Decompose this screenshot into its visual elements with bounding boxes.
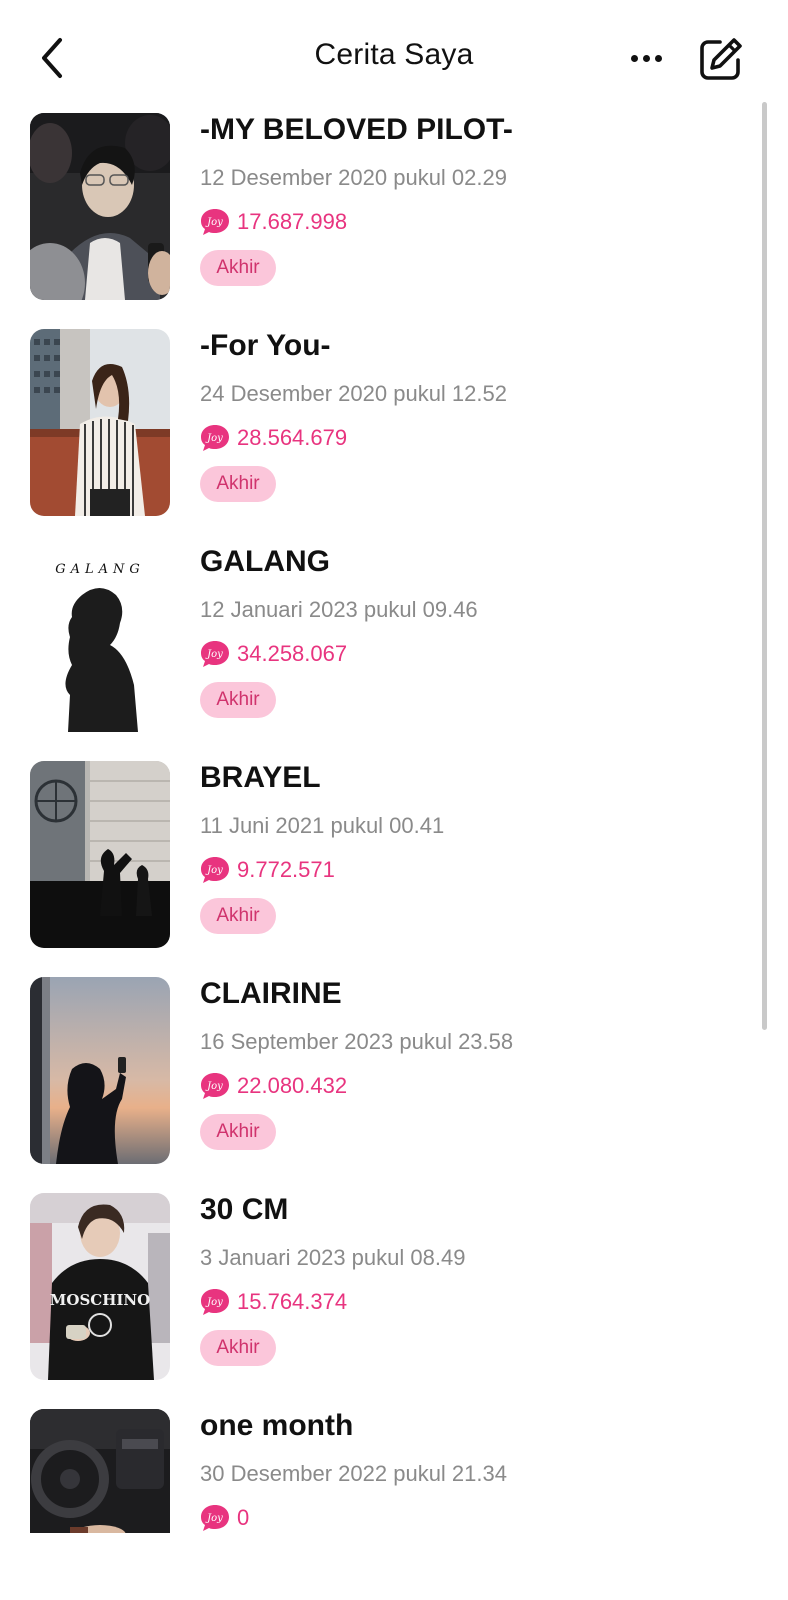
story-item[interactable]: CLAIRINE 16 September 2023 pukul 23.58 J… xyxy=(0,977,760,1193)
page-title: Cerita Saya xyxy=(314,38,474,71)
story-item[interactable]: BRAYEL 11 Juni 2021 pukul 00.41 Joy 9.77… xyxy=(0,761,760,977)
svg-text:MOSCHINO: MOSCHINO xyxy=(50,1291,150,1309)
story-cover-image[interactable] xyxy=(30,761,170,948)
story-date: 11 Juni 2021 pukul 00.41 xyxy=(200,813,445,838)
joy-icon: Joy xyxy=(201,857,229,883)
ellipsis-icon xyxy=(628,54,664,62)
read-count-value: 15.764.374 xyxy=(237,1289,348,1314)
read-count: Joy 0 xyxy=(200,1503,249,1533)
story-cover-image[interactable]: GALANG xyxy=(30,545,170,732)
status-badge: Akhir xyxy=(200,1114,276,1150)
story-cover-image[interactable] xyxy=(30,1409,170,1533)
svg-text:Joy: Joy xyxy=(205,433,223,444)
svg-text:Joy: Joy xyxy=(205,1081,223,1092)
status-badge: Akhir xyxy=(200,1330,276,1366)
story-title[interactable]: one month xyxy=(200,1409,353,1443)
status-badge: Akhir xyxy=(200,682,276,718)
app-screen: Cerita Saya -MY BELOVED PILOT- 12 Desemb… xyxy=(0,0,788,1600)
svg-text:Joy: Joy xyxy=(205,217,223,228)
story-title[interactable]: BRAYEL xyxy=(200,761,321,795)
read-count-value: 34.258.067 xyxy=(237,641,348,666)
story-date: 16 September 2023 pukul 23.58 xyxy=(200,1029,514,1054)
story-date: 12 Januari 2023 pukul 09.46 xyxy=(200,597,478,622)
header-bar: Cerita Saya xyxy=(0,0,788,110)
read-count: Joy 17.687.998 xyxy=(200,207,347,237)
read-count: Joy 15.764.374 xyxy=(200,1287,347,1317)
read-count-value: 17.687.998 xyxy=(237,209,348,234)
story-item[interactable]: GALANG GALANG 12 Januari 2023 pukul 09.4… xyxy=(0,545,760,761)
scrollbar[interactable] xyxy=(762,102,767,1030)
svg-text:Joy: Joy xyxy=(205,1297,223,1308)
joy-icon: Joy xyxy=(201,1289,229,1315)
read-count: Joy 9.772.571 xyxy=(200,855,335,885)
status-badge: Akhir xyxy=(200,466,276,502)
story-title[interactable]: 30 CM xyxy=(200,1193,288,1227)
story-cover-image[interactable]: MOSCHINO xyxy=(30,1193,170,1380)
story-item[interactable]: -MY BELOVED PILOT- 12 Desember 2020 puku… xyxy=(0,113,760,329)
read-count-value: 28.564.679 xyxy=(237,425,348,450)
story-cover-image[interactable] xyxy=(30,329,170,516)
svg-text:Joy: Joy xyxy=(205,865,223,876)
svg-text:Joy: Joy xyxy=(205,1513,223,1524)
status-badge: Akhir xyxy=(200,250,276,286)
story-date: 30 Desember 2022 pukul 21.34 xyxy=(200,1461,507,1486)
more-options-button[interactable] xyxy=(624,38,668,78)
edit-icon xyxy=(700,38,742,80)
story-cover-image[interactable] xyxy=(30,977,170,1164)
svg-text:GALANG: GALANG xyxy=(55,562,145,577)
story-date: 3 Januari 2023 pukul 08.49 xyxy=(200,1245,466,1270)
svg-text:Joy: Joy xyxy=(205,649,223,660)
story-list: -MY BELOVED PILOT- 12 Desember 2020 puku… xyxy=(0,113,760,1533)
joy-icon: Joy xyxy=(201,1073,229,1099)
story-title[interactable]: -MY BELOVED PILOT- xyxy=(200,113,513,147)
story-item[interactable]: MOSCHINO 30 CM 3 Januari 2023 pukul 08.4… xyxy=(0,1193,760,1409)
joy-icon: Joy xyxy=(201,641,229,667)
story-date: 12 Desember 2020 pukul 02.29 xyxy=(200,165,507,190)
read-count-value: 9.772.571 xyxy=(237,857,335,882)
story-title[interactable]: GALANG xyxy=(200,545,330,579)
read-count: Joy 22.080.432 xyxy=(200,1071,347,1101)
edit-button[interactable] xyxy=(698,36,744,82)
joy-icon: Joy xyxy=(201,1505,229,1531)
story-cover-image[interactable] xyxy=(30,113,170,300)
read-count-value: 0 xyxy=(237,1505,250,1530)
story-item[interactable]: -For You- 24 Desember 2020 pukul 12.52 J… xyxy=(0,329,760,545)
read-count: Joy 34.258.067 xyxy=(200,639,347,669)
story-title[interactable]: CLAIRINE xyxy=(200,977,342,1011)
story-title[interactable]: -For You- xyxy=(200,329,331,363)
story-date: 24 Desember 2020 pukul 12.52 xyxy=(200,381,507,406)
story-item[interactable]: one month 30 Desember 2022 pukul 21.34 J… xyxy=(0,1409,760,1533)
joy-icon: Joy xyxy=(201,209,229,235)
read-count: Joy 28.564.679 xyxy=(200,423,347,453)
read-count-value: 22.080.432 xyxy=(237,1073,348,1098)
joy-icon: Joy xyxy=(201,425,229,451)
status-badge: Akhir xyxy=(200,898,276,934)
